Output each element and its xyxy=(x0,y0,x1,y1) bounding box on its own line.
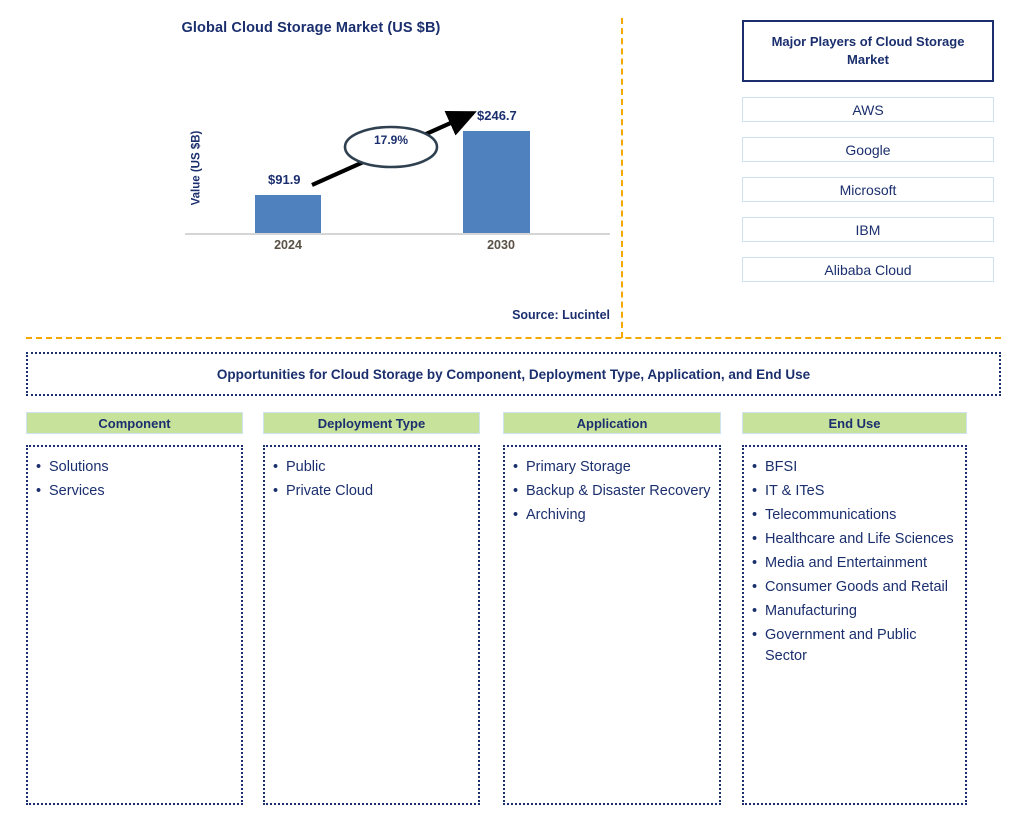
list-item: Solutions xyxy=(36,457,233,478)
cagr-growth-arrow xyxy=(311,111,477,187)
list-item: Government and Public Sector xyxy=(752,625,957,667)
category-column-application: Application Primary Storage Backup & Disa… xyxy=(503,412,721,805)
list-item: Public xyxy=(273,457,470,478)
list-item: Primary Storage xyxy=(513,457,711,478)
category-header: End Use xyxy=(742,412,967,434)
list-item: Backup & Disaster Recovery xyxy=(513,481,711,502)
list-item: Media and Entertainment xyxy=(752,553,957,574)
list-item: Services xyxy=(36,481,233,502)
category-header: Deployment Type xyxy=(263,412,480,434)
list-item: Manufacturing xyxy=(752,601,957,622)
category-list: Solutions Services xyxy=(36,457,233,502)
major-players-header: Major Players of Cloud Storage Market xyxy=(742,20,994,82)
major-players-panel: Major Players of Cloud Storage Market AW… xyxy=(742,20,994,282)
list-item: Private Cloud xyxy=(273,481,470,502)
chart-panel: Global Cloud Storage Market (US $B) Valu… xyxy=(0,0,622,338)
category-body: BFSI IT & ITeS Telecommunications Healthcar… xyxy=(742,445,967,805)
player-label: Microsoft xyxy=(839,181,897,198)
list-item: Archiving xyxy=(513,505,711,526)
player-item-microsoft: Microsoft xyxy=(742,177,994,202)
opportunities-banner: Opportunities for Cloud Storage by Compo… xyxy=(26,352,1001,396)
player-item-alibaba-cloud: Alibaba Cloud xyxy=(742,257,994,282)
player-item-ibm: IBM xyxy=(742,217,994,242)
category-list: Public Private Cloud xyxy=(273,457,470,502)
vertical-divider xyxy=(621,18,623,338)
player-item-google: Google xyxy=(742,137,994,162)
player-item-aws: AWS xyxy=(742,97,994,122)
player-label: IBM xyxy=(855,221,881,238)
category-body: Primary Storage Backup & Disaster Recover… xyxy=(503,445,721,805)
horizontal-divider xyxy=(26,337,1001,339)
category-column-end-use: End Use BFSI IT & ITeS Telecommunications H… xyxy=(742,412,967,805)
list-item: IT & ITeS xyxy=(752,481,957,502)
category-header: Component xyxy=(26,412,243,434)
category-body: Solutions Services xyxy=(26,445,243,805)
source-note: Source: Lucintel xyxy=(512,308,610,322)
x-tick-2024: 2024 xyxy=(274,238,302,252)
bar-2024 xyxy=(255,195,321,233)
category-body: Public Private Cloud xyxy=(263,445,480,805)
list-item: Telecommunications xyxy=(752,505,957,526)
category-column-component: Component Solutions Services xyxy=(26,412,243,805)
infographic-page: Global Cloud Storage Market (US $B) Valu… xyxy=(0,0,1028,835)
list-item: Consumer Goods and Retail xyxy=(752,577,957,598)
x-tick-2030: 2030 xyxy=(487,238,515,252)
player-label: Google xyxy=(845,141,891,158)
chart-title: Global Cloud Storage Market (US $B) xyxy=(181,20,441,36)
list-item: BFSI xyxy=(752,457,957,478)
x-axis-line xyxy=(185,233,610,235)
player-label: Alibaba Cloud xyxy=(824,261,912,278)
category-column-deployment-type: Deployment Type Public Private Cloud xyxy=(263,412,480,805)
category-list: BFSI IT & ITeS Telecommunications Healthcar… xyxy=(752,457,957,667)
category-header: Application xyxy=(503,412,721,434)
player-label: AWS xyxy=(852,101,884,118)
list-item: Healthcare and Life Sciences xyxy=(752,529,957,550)
category-list: Primary Storage Backup & Disaster Recover… xyxy=(513,457,711,526)
